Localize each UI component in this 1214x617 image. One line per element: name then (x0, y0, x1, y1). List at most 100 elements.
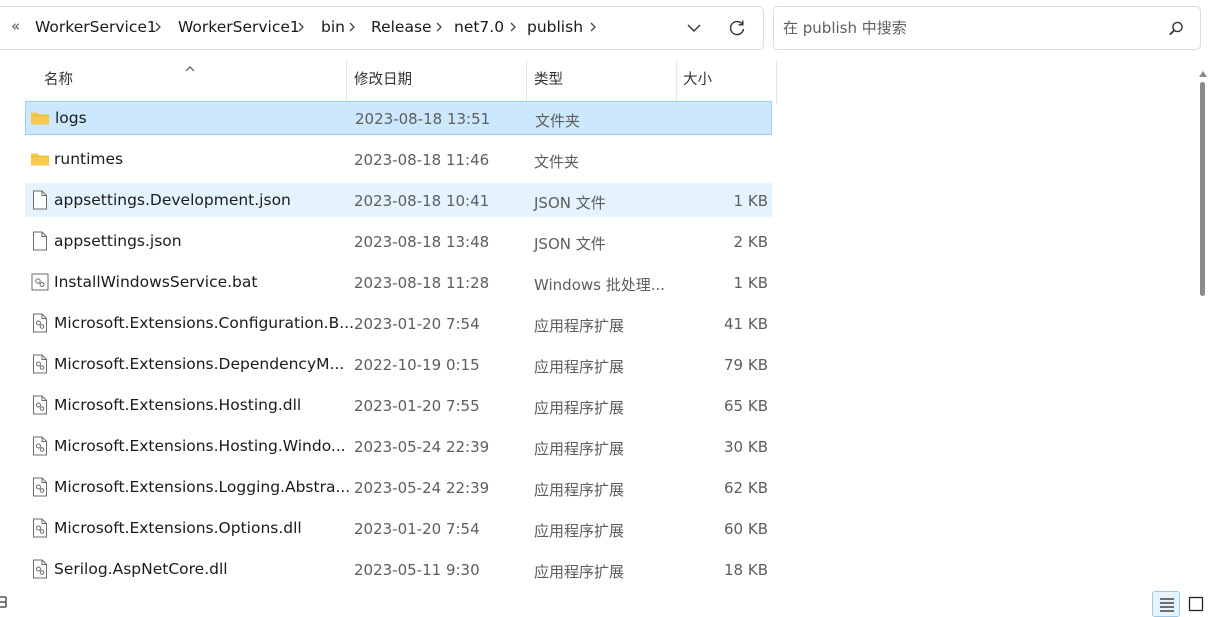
file-date-modified: 2023-08-18 13:51 (355, 110, 491, 128)
file-name: Microsoft.Extensions.Logging.Abstra... (54, 478, 351, 496)
file-size: 41 KB (724, 315, 768, 333)
file-date-modified: 2022-10-19 0:15 (354, 356, 480, 374)
chevron-right-icon[interactable] (589, 19, 597, 35)
file-date-modified: 2023-01-20 7:54 (354, 315, 480, 333)
file-row[interactable]: Microsoft.Extensions.Logging.Abstra... 20… (25, 470, 772, 504)
breadcrumb-item[interactable]: WorkerService1 (35, 18, 157, 36)
file-date-modified: 2023-08-18 11:28 (354, 274, 490, 292)
column-divider[interactable] (776, 60, 777, 104)
breadcrumb-item[interactable]: bin (321, 18, 345, 36)
details-view-button[interactable] (1152, 591, 1180, 617)
file-icon (30, 231, 50, 251)
file-row[interactable]: Microsoft.Extensions.Options.dll 2023-01-… (25, 511, 772, 545)
file-date-modified: 2023-05-11 9:30 (354, 561, 480, 579)
vertical-scrollbar[interactable] (1196, 58, 1210, 594)
chevron-right-icon[interactable] (154, 19, 162, 35)
file-name: InstallWindowsService.bat (54, 273, 258, 291)
chevron-right-icon[interactable] (297, 19, 305, 35)
dll-file-icon (30, 395, 50, 415)
dll-file-icon (30, 559, 50, 579)
scrollbar-thumb[interactable] (1200, 82, 1205, 296)
file-list[interactable]: 名称 修改日期 类型 大小 logs 2023-08-18 13:51 文件夹 run… (0, 58, 1196, 598)
chevron-down-icon[interactable] (685, 19, 703, 37)
dll-file-icon (30, 477, 50, 497)
column-divider[interactable] (526, 60, 527, 104)
search-input[interactable] (783, 17, 1153, 39)
breadcrumb-item[interactable]: net7.0 (454, 18, 504, 36)
breadcrumb-item[interactable]: WorkerService1 (178, 18, 300, 36)
file-type: 应用程序扩展 (534, 440, 625, 458)
search-icon[interactable] (1167, 20, 1185, 38)
batch-file-icon (30, 272, 50, 292)
folder-icon (30, 149, 50, 169)
file-size: 62 KB (724, 479, 768, 497)
file-date-modified: 2023-05-24 22:39 (354, 438, 490, 456)
column-header-type[interactable]: 类型 (534, 68, 563, 89)
file-row[interactable]: Microsoft.Extensions.Hosting.dll 2023-01-… (25, 388, 772, 422)
file-row[interactable]: logs 2023-08-18 13:51 文件夹 (25, 101, 772, 135)
dll-file-icon (30, 313, 50, 333)
file-size: 1 KB (733, 274, 768, 292)
large-icons-view-icon (1188, 596, 1204, 612)
file-date-modified: 2023-01-20 7:55 (354, 397, 480, 415)
status-bar-item-icon (0, 593, 8, 611)
file-size: 65 KB (724, 397, 768, 415)
folder-icon (30, 108, 50, 128)
file-row[interactable]: Microsoft.Extensions.Configuration.B... 2… (25, 306, 772, 340)
file-type: 应用程序扩展 (534, 481, 625, 499)
file-name: Microsoft.Extensions.Hosting.Windo... (54, 437, 346, 455)
file-row[interactable]: InstallWindowsService.bat 2023-08-18 11:2… (25, 265, 772, 299)
scroll-up-arrow-icon[interactable] (1199, 62, 1207, 77)
column-divider[interactable] (346, 60, 347, 104)
breadcrumb-item-current[interactable]: publish (527, 18, 583, 36)
file-size: 30 KB (724, 438, 768, 456)
file-icon (30, 190, 50, 210)
column-header-size[interactable]: 大小 (683, 68, 712, 89)
file-name: appsettings.json (54, 232, 182, 250)
chevron-right-icon[interactable] (435, 19, 443, 35)
file-row[interactable]: Serilog.AspNetCore.dll 2023-05-11 9:30 应用程… (25, 552, 772, 586)
refresh-icon[interactable] (727, 18, 747, 38)
file-row[interactable]: appsettings.Development.json 2023-08-18 1… (25, 183, 772, 217)
column-header-name[interactable]: 名称 (44, 68, 73, 89)
file-date-modified: 2023-08-18 10:41 (354, 192, 490, 210)
file-row[interactable]: Microsoft.Extensions.Hosting.Windo... 202… (25, 429, 772, 463)
file-type: 文件夹 (534, 153, 580, 171)
file-name: Serilog.AspNetCore.dll (54, 560, 228, 578)
file-type: 应用程序扩展 (534, 563, 625, 581)
breadcrumb-overflow-button[interactable]: « (11, 17, 20, 35)
large-icons-view-button[interactable] (1182, 591, 1210, 617)
file-type: 应用程序扩展 (534, 358, 625, 376)
sort-ascending-icon (184, 58, 196, 72)
file-type: JSON 文件 (534, 194, 606, 212)
file-row[interactable]: runtimes 2023-08-18 11:46 文件夹 (25, 142, 772, 176)
file-date-modified: 2023-08-18 11:46 (354, 151, 490, 169)
chevron-right-icon[interactable] (509, 19, 517, 35)
details-view-icon (1160, 598, 1174, 612)
file-name: Microsoft.Extensions.Configuration.B... (54, 314, 355, 332)
file-row[interactable]: Microsoft.Extensions.DependencyM... 2022-… (25, 347, 772, 381)
column-divider[interactable] (676, 60, 677, 104)
column-header-date[interactable]: 修改日期 (354, 68, 412, 89)
file-name: Microsoft.Extensions.Options.dll (54, 519, 302, 537)
file-date-modified: 2023-08-18 13:48 (354, 233, 490, 251)
breadcrumb-item[interactable]: Release (371, 18, 432, 36)
file-name: runtimes (54, 150, 124, 168)
dll-file-icon (30, 518, 50, 538)
file-type: 应用程序扩展 (534, 317, 625, 335)
file-type: 文件夹 (535, 112, 581, 130)
file-row[interactable]: appsettings.json 2023-08-18 13:48 JSON 文件 2… (25, 224, 772, 258)
file-type: 应用程序扩展 (534, 522, 625, 540)
file-size: 79 KB (724, 356, 768, 374)
chevron-right-icon[interactable] (348, 19, 356, 35)
file-size: 2 KB (733, 233, 768, 251)
file-date-modified: 2023-05-24 22:39 (354, 479, 490, 497)
dll-file-icon (30, 436, 50, 456)
search-box[interactable] (773, 6, 1201, 50)
file-size: 60 KB (724, 520, 768, 538)
file-size: 18 KB (724, 561, 768, 579)
file-date-modified: 2023-01-20 7:54 (354, 520, 480, 538)
dll-file-icon (30, 354, 50, 374)
file-size: 1 KB (733, 192, 768, 210)
address-bar[interactable]: « WorkerService1 WorkerService1 bin Rele… (0, 6, 764, 50)
